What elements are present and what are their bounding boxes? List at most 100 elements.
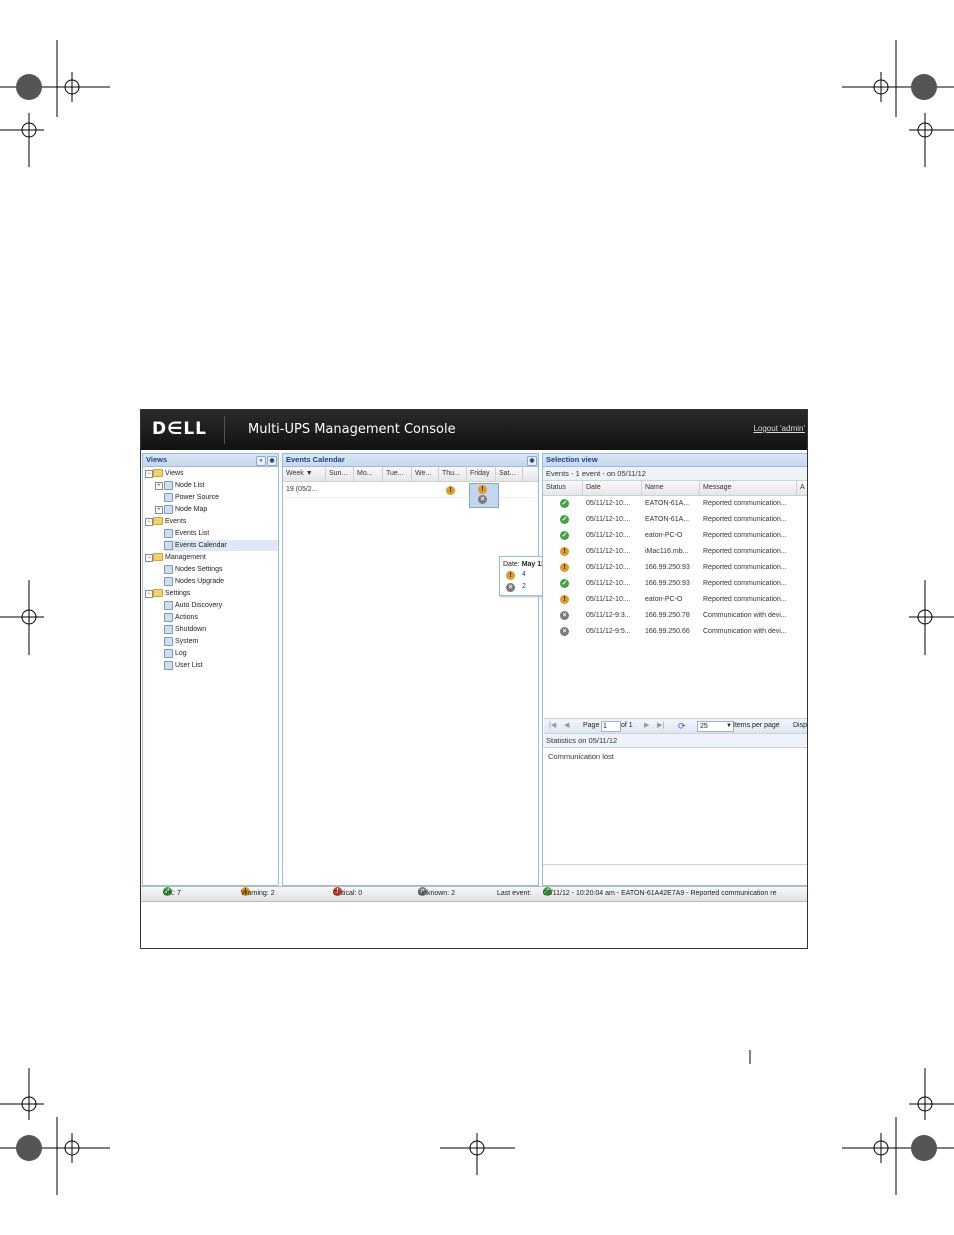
table-row[interactable]: ✓ 05/11/12-10:... EATON-61A... Reported com… bbox=[543, 496, 797, 512]
tree-item-nodes-settings[interactable]: Nodes Settings bbox=[164, 564, 278, 575]
calendar-column-header[interactable]: Tue... bbox=[383, 467, 412, 481]
collapse-icon[interactable]: « bbox=[256, 456, 266, 466]
shutdown-icon bbox=[164, 624, 173, 634]
tooltip-date-label: Date: bbox=[503, 561, 520, 568]
table-row[interactable]: ✓ 05/11/12-10:... EATON-61A... Reported com… bbox=[543, 512, 797, 528]
tree-item-label: Node Map bbox=[175, 506, 208, 513]
settings-icon[interactable]: ◉ bbox=[267, 456, 277, 466]
cell-message: Reported communication... bbox=[703, 548, 787, 555]
tree-item-actions[interactable]: Actions bbox=[164, 612, 278, 623]
selection-column-header[interactable]: Message bbox=[700, 481, 797, 495]
cell-name: 166.99.250.93 bbox=[645, 580, 690, 587]
calendar-column-header[interactable]: Sat... bbox=[496, 467, 523, 481]
tree-item-management[interactable]: Management bbox=[153, 552, 278, 563]
tree-item-label: Auto Discovery bbox=[175, 602, 223, 609]
warning-icon: ! bbox=[560, 595, 569, 604]
tree-item-label: Shutdown bbox=[175, 626, 207, 633]
tree-item-events[interactable]: Events bbox=[153, 516, 278, 527]
tree-item-shutdown[interactable]: Shutdown bbox=[164, 624, 278, 635]
selection-column-header[interactable]: Name bbox=[642, 481, 700, 495]
tree-toggle-icon[interactable]: + bbox=[155, 506, 163, 514]
statistics-title: Statistics on 05/11/12 bbox=[543, 734, 807, 748]
tree-item-node-list[interactable]: Node List bbox=[164, 480, 278, 491]
log-icon bbox=[164, 648, 173, 658]
status-unknown-text: Unknown: 2 bbox=[418, 890, 455, 897]
app-header: D∈LL Multi-UPS Management Console Logout… bbox=[141, 410, 807, 450]
cell-date: 05/11/12-9:3... bbox=[586, 612, 631, 619]
tree-item-label: Management bbox=[165, 554, 206, 561]
warning-icon[interactable]: ! bbox=[446, 486, 455, 495]
table-row[interactable]: ! 05/11/12-10:... 166.99.250.93 Reported co… bbox=[543, 560, 797, 576]
tree-item-nodes-upgrade[interactable]: Nodes Upgrade bbox=[164, 576, 278, 587]
calendar-column-header[interactable]: Mo... bbox=[354, 467, 383, 481]
per-page-select[interactable]: 25 ▼ bbox=[697, 721, 734, 732]
tree-item-system[interactable]: System bbox=[164, 636, 278, 647]
tree-toggle-icon[interactable]: − bbox=[145, 518, 153, 526]
power-source-icon bbox=[164, 492, 173, 502]
table-row[interactable]: ! 05/11/12-10:... eaton-PC-O Reported commu… bbox=[543, 592, 797, 608]
refresh-icon[interactable]: ⟳ bbox=[678, 719, 686, 733]
events-list-icon bbox=[164, 528, 173, 538]
cell-message: Reported communication... bbox=[703, 500, 787, 507]
tree-item-views[interactable]: Views bbox=[153, 468, 278, 479]
nodes-settings-icon bbox=[164, 564, 173, 574]
events-calendar-title: Events Calendar bbox=[286, 455, 345, 464]
prev-page-icon[interactable]: ◀ bbox=[564, 719, 569, 733]
tree-toggle-icon[interactable]: − bbox=[145, 470, 153, 478]
calendar-column-header[interactable]: Thu... bbox=[439, 467, 467, 481]
tree-item-label: User List bbox=[175, 662, 203, 669]
display-label: Disp bbox=[793, 722, 808, 729]
tree-item-label: Power Source bbox=[175, 494, 219, 501]
settings-icon[interactable]: ◉ bbox=[527, 456, 537, 466]
cell-name: eaton-PC-O bbox=[645, 532, 683, 539]
table-row[interactable]: ! 05/11/12-10:... iMac116.mb... Reported co… bbox=[543, 544, 797, 560]
calendar-column-header[interactable]: We... bbox=[412, 467, 439, 481]
tree-toggle-icon[interactable]: − bbox=[145, 554, 153, 562]
tree-item-label: Settings bbox=[165, 590, 191, 597]
table-row[interactable]: ✓ 05/11/12-10:... eaton-PC-O Reported commu… bbox=[543, 528, 797, 544]
selection-column-header[interactable]: A bbox=[797, 481, 807, 495]
ok-icon: ✓ bbox=[560, 515, 569, 524]
unknown-icon: × bbox=[560, 611, 569, 620]
statistics-text: Communication lost bbox=[548, 752, 614, 761]
calendar-column-header[interactable]: Week ▼ bbox=[283, 467, 326, 481]
tree-item-user-list[interactable]: User List bbox=[164, 660, 278, 671]
selection-view-panel: Selection view Events - 1 event - on 05/… bbox=[542, 453, 808, 886]
tree-item-events-list[interactable]: Events List bbox=[164, 528, 278, 539]
cell-name: 166.99.250.78 bbox=[645, 612, 690, 619]
unknown-icon: × bbox=[506, 583, 515, 592]
logout-link[interactable]: Logout 'admin' bbox=[753, 424, 805, 433]
tree-item-label: Events bbox=[165, 518, 187, 525]
cell-date: 05/11/12-10:... bbox=[586, 548, 631, 555]
tree-toggle-icon[interactable]: + bbox=[155, 482, 163, 490]
ok-icon: ✓ bbox=[560, 499, 569, 508]
tree-item-settings[interactable]: Settings bbox=[153, 588, 278, 599]
next-page-icon[interactable]: ▶ bbox=[644, 719, 649, 733]
tree-item-events-calendar[interactable]: Events Calendar bbox=[164, 540, 278, 551]
last-event-label: Last event: bbox=[497, 890, 532, 897]
table-row[interactable]: × 05/11/12-9:5... 166.99.250.66 Communicati… bbox=[543, 624, 797, 640]
selection-column-header[interactable]: Status bbox=[543, 481, 583, 495]
selection-column-header[interactable]: Date bbox=[583, 481, 642, 495]
table-row[interactable]: ✓ 05/11/12-10:... 166.99.250.93 Reported co… bbox=[543, 576, 797, 592]
status-critical-text: Critical: 0 bbox=[333, 890, 363, 897]
calendar-column-header[interactable]: Friday bbox=[467, 467, 496, 481]
page-input[interactable]: 1 bbox=[601, 721, 621, 732]
friday-selected-cell[interactable]: ! × bbox=[469, 483, 499, 508]
warning-icon: ! bbox=[506, 571, 515, 580]
last-event-text: 05/11/12 - 10:20:04 am - EATON-61A42E7A9… bbox=[543, 890, 777, 897]
tree-toggle-icon[interactable]: − bbox=[145, 590, 153, 598]
calendar-header-row: Week ▼ Sun... Mo... Tue... We... Thu... Friday… bbox=[283, 467, 538, 482]
tree-item-label: Actions bbox=[175, 614, 198, 621]
table-row[interactable]: × 05/11/12-9:3... 166.99.250.78 Communicati… bbox=[543, 608, 797, 624]
first-page-icon[interactable]: |◀ bbox=[549, 719, 556, 733]
tree-item-log[interactable]: Log bbox=[164, 648, 278, 659]
events-calendar-header: Events Calendar ◉ bbox=[283, 454, 538, 467]
calendar-week-row[interactable]: 19 (05/2... bbox=[283, 482, 538, 498]
last-page-icon[interactable]: ▶| bbox=[657, 719, 664, 733]
folder-icon bbox=[153, 469, 163, 478]
tree-item-power-source[interactable]: Power Source bbox=[164, 492, 278, 503]
tree-item-node-map[interactable]: Node Map bbox=[164, 504, 278, 515]
tree-item-auto-discovery[interactable]: Auto Discovery bbox=[164, 600, 278, 611]
calendar-column-header[interactable]: Sun... bbox=[326, 467, 354, 481]
